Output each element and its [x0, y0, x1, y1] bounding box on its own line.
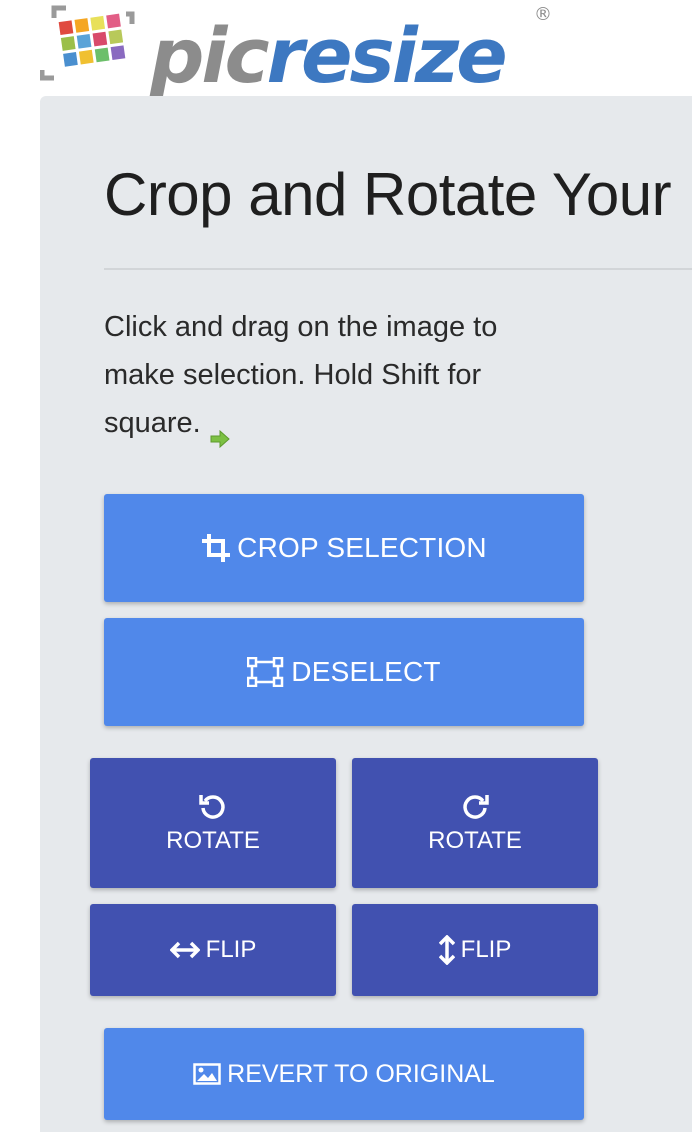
- revert-to-original-button[interactable]: REVERT TO ORIGINAL: [104, 1028, 584, 1120]
- divider: [104, 268, 692, 270]
- rotate-left-label: ROTATE: [166, 827, 260, 854]
- deselect-icon: [247, 657, 285, 687]
- logo-text-pic: pic: [150, 11, 270, 100]
- registered-mark: ®: [534, 4, 552, 25]
- page-title: Crop and Rotate Your: [104, 161, 672, 228]
- crop-selection-button[interactable]: CROP SELECTION: [104, 494, 584, 602]
- rotate-right-icon: [460, 791, 490, 821]
- logo-wordmark: pic resize: [150, 0, 508, 100]
- deselect-button[interactable]: DESELECT: [104, 618, 584, 726]
- rotate-left-icon: [198, 791, 228, 821]
- flip-horizontal-button[interactable]: FLIP: [90, 904, 336, 996]
- picresize-logo-icon: [40, 5, 135, 81]
- site-logo[interactable]: pic resize ®: [40, 0, 560, 96]
- crop-icon: [201, 533, 231, 563]
- image-icon: [193, 1063, 221, 1085]
- revert-label: REVERT TO ORIGINAL: [227, 1059, 495, 1088]
- flip-vertical-label: FLIP: [460, 936, 512, 963]
- crop-selection-label: CROP SELECTION: [237, 532, 487, 563]
- flip-vertical-button[interactable]: FLIP: [352, 904, 598, 996]
- crop-rotate-panel: Crop and Rotate Your Click and drag on t…: [40, 96, 692, 1132]
- deselect-label: DESELECT: [291, 656, 441, 687]
- rotate-right-button[interactable]: ROTATE: [352, 758, 598, 888]
- instructions-text: Click and drag on the image to make sele…: [104, 311, 498, 439]
- arrows-horizontal-icon: [169, 941, 200, 959]
- green-arrow-icon: [209, 415, 231, 449]
- rotate-right-label: ROTATE: [428, 827, 522, 854]
- page: pic resize ® Crop and Rotate Your Click a…: [0, 0, 692, 1132]
- logo-text-resize: resize: [266, 11, 508, 100]
- arrows-vertical-icon: [438, 935, 455, 965]
- instructions: Click and drag on the image to make sele…: [104, 303, 564, 449]
- rotate-left-button[interactable]: ROTATE: [90, 758, 336, 888]
- flip-horizontal-label: FLIP: [205, 936, 257, 963]
